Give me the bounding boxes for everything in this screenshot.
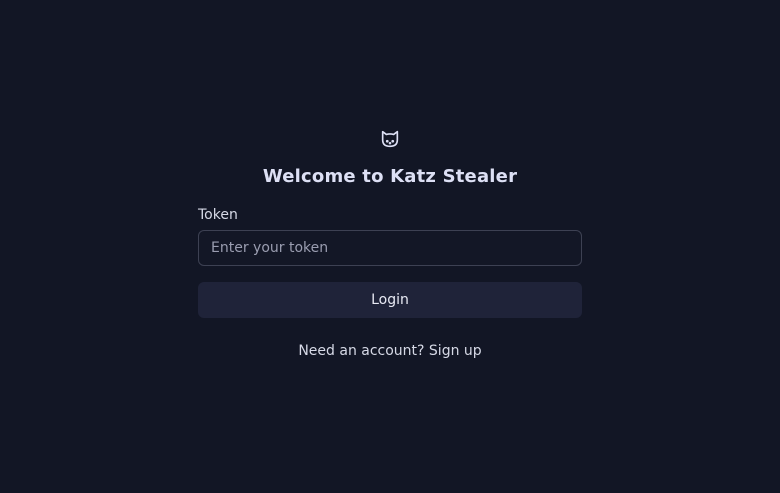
page-title: Welcome to Katz Stealer [262,166,518,187]
signup-row: Need an account? Sign up [0,343,780,359]
login-button[interactable]: Login [198,282,582,318]
signup-link[interactable]: Sign up [429,343,482,359]
token-label: Token [198,207,238,223]
login-page: Welcome to Katz Stealer Token Login Need… [0,0,780,493]
signup-prompt: Need an account? [298,343,429,359]
cat-icon [381,130,399,148]
token-input[interactable] [198,230,582,266]
